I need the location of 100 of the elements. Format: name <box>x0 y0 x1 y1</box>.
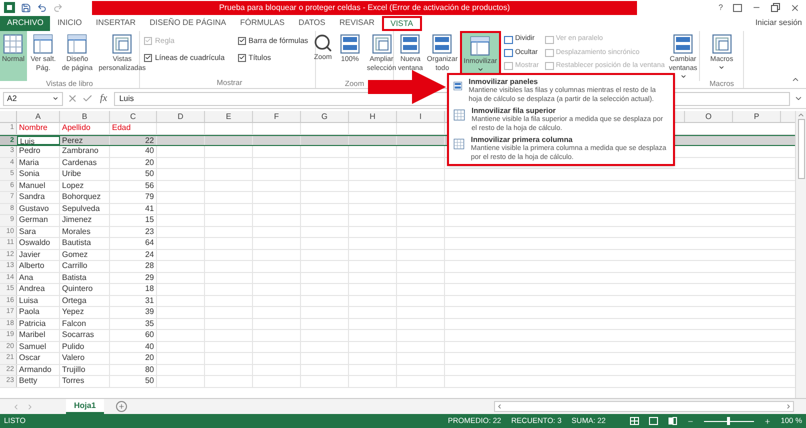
page-layout-icon[interactable] <box>648 417 658 425</box>
table-cell: Andrea <box>17 284 60 294</box>
table-cell: 60 <box>110 330 157 340</box>
ribbon-tab[interactable]: DISEÑO DE PÁGINA <box>142 16 234 30</box>
checkbox[interactable] <box>238 36 246 45</box>
caret-icon <box>718 64 726 71</box>
column-header[interactable]: D <box>157 111 205 122</box>
table-cell: Trujillo <box>60 364 110 375</box>
table-cell: Pulido <box>60 342 110 352</box>
table-cell: Jimenez <box>60 215 110 226</box>
table-cell: 20 <box>110 158 157 168</box>
table-cell: Maribel <box>17 330 60 340</box>
table-cell: 40 <box>110 146 157 156</box>
table-cell: Sepulveda <box>60 204 110 214</box>
table-cell: 64 <box>110 238 157 248</box>
file-tab[interactable]: ARCHIVO <box>0 16 50 30</box>
table-cell: Oscar <box>17 353 60 364</box>
table-cell: 22 <box>110 136 157 145</box>
insert-function-button[interactable]: fx <box>97 91 110 106</box>
table-cell: Ortega <box>60 296 110 306</box>
table-cell: Quintero <box>60 284 110 294</box>
table-cell: Oswaldo <box>17 238 60 248</box>
ribbon-tab[interactable]: FÓRMULAS <box>233 16 292 30</box>
table-cell: Luisa <box>17 296 60 306</box>
freeze-panes-icon <box>469 35 492 57</box>
add-sheet-icon[interactable] <box>116 401 127 412</box>
table-cell: Pedro <box>17 146 60 156</box>
table-cell: 31 <box>110 296 157 306</box>
table-cell: Perez <box>60 136 110 145</box>
close-icon[interactable] <box>790 2 800 12</box>
ribbon-tab[interactable]: INICIO <box>50 16 89 30</box>
table-cell: 41 <box>110 204 157 214</box>
table-cell: Manuel <box>17 180 60 191</box>
cancel-icon[interactable] <box>67 93 78 104</box>
checkbox[interactable] <box>238 54 246 62</box>
table-cell: Patricia <box>17 318 60 329</box>
sign-in-link[interactable]: Iniciar sesión <box>755 17 806 29</box>
ribbon-tab[interactable]: VISTA <box>382 16 422 30</box>
scroll-thumb[interactable] <box>798 119 804 179</box>
table-cell: Yepez <box>60 307 110 318</box>
help-button[interactable]: ? <box>718 2 723 14</box>
zoom-slider[interactable] <box>704 417 754 425</box>
column-header[interactable]: E <box>205 111 253 122</box>
table-cell: Nombre <box>17 123 60 134</box>
ribbon-tab[interactable]: REVISAR <box>332 16 382 30</box>
zoom-in-icon[interactable] <box>764 418 771 424</box>
table-cell: 23 <box>110 226 157 237</box>
table-cell: Gustavo <box>17 204 60 214</box>
column-header[interactable]: F <box>253 111 301 122</box>
table-cell: 40 <box>110 342 157 352</box>
table-cell: Javier <box>17 250 60 260</box>
normal-view-icon[interactable] <box>630 417 639 425</box>
column-header[interactable]: C <box>110 111 157 122</box>
scroll-left-icon[interactable] <box>496 403 503 410</box>
scroll-up-icon[interactable] <box>797 111 805 119</box>
table-cell: Torres <box>60 376 110 386</box>
column-header[interactable]: P <box>733 111 781 122</box>
collapse-ribbon-icon[interactable] <box>791 75 800 84</box>
undo-icon[interactable] <box>37 2 47 12</box>
table-cell: Zambrano <box>60 146 110 156</box>
column-header[interactable]: O <box>685 111 733 122</box>
ribbon-tab[interactable]: DATOS <box>292 16 332 30</box>
table-cell: 29 <box>110 272 157 283</box>
table-cell: Bautista <box>60 238 110 248</box>
table-cell: German <box>17 215 60 226</box>
table-cell: 56 <box>110 180 157 191</box>
sheet-tab[interactable]: Hoja1 <box>66 399 104 414</box>
save-icon[interactable] <box>21 2 31 12</box>
ribbon-tab[interactable]: INSERTAR <box>88 16 143 30</box>
column-header[interactable]: B <box>60 111 110 122</box>
table-cell: 39 <box>110 307 157 318</box>
name-box[interactable]: A2 <box>3 92 63 106</box>
zoom-thumb[interactable] <box>727 417 730 425</box>
grid-icon <box>2 33 24 55</box>
table-cell: Apellido <box>60 123 110 134</box>
table-cell: Sandra <box>17 192 60 202</box>
enter-icon[interactable] <box>82 93 93 104</box>
window-title: Prueba para bloquear o proteger celdas - Excel (Error de activación de productos) <box>219 2 510 14</box>
scroll-right-icon[interactable] <box>785 403 792 410</box>
caret-icon <box>52 95 59 102</box>
restore-icon[interactable] <box>771 3 780 12</box>
column-header[interactable]: I <box>397 111 445 122</box>
table-cell: 20 <box>110 353 157 364</box>
table-cell: Maria <box>17 158 60 168</box>
table-cell: 79 <box>110 192 157 202</box>
table-cell: 15 <box>110 215 157 226</box>
page-break-icon[interactable] <box>668 417 677 425</box>
table-cell: 18 <box>110 284 157 294</box>
checkbox[interactable] <box>144 54 152 62</box>
table-cell: Carrillo <box>60 261 110 272</box>
horizontal-scrollbar[interactable] <box>494 401 794 412</box>
table-cell: Bohorquez <box>60 192 110 202</box>
table-cell: 28 <box>110 261 157 272</box>
column-header[interactable]: A <box>17 111 60 122</box>
table-cell: Paola <box>17 307 60 318</box>
expand-icon[interactable] <box>794 94 803 103</box>
column-header[interactable]: H <box>349 111 397 122</box>
table-cell: Luis <box>17 136 60 145</box>
column-header[interactable]: G <box>301 111 349 122</box>
table-cell: Uribe <box>60 169 110 180</box>
